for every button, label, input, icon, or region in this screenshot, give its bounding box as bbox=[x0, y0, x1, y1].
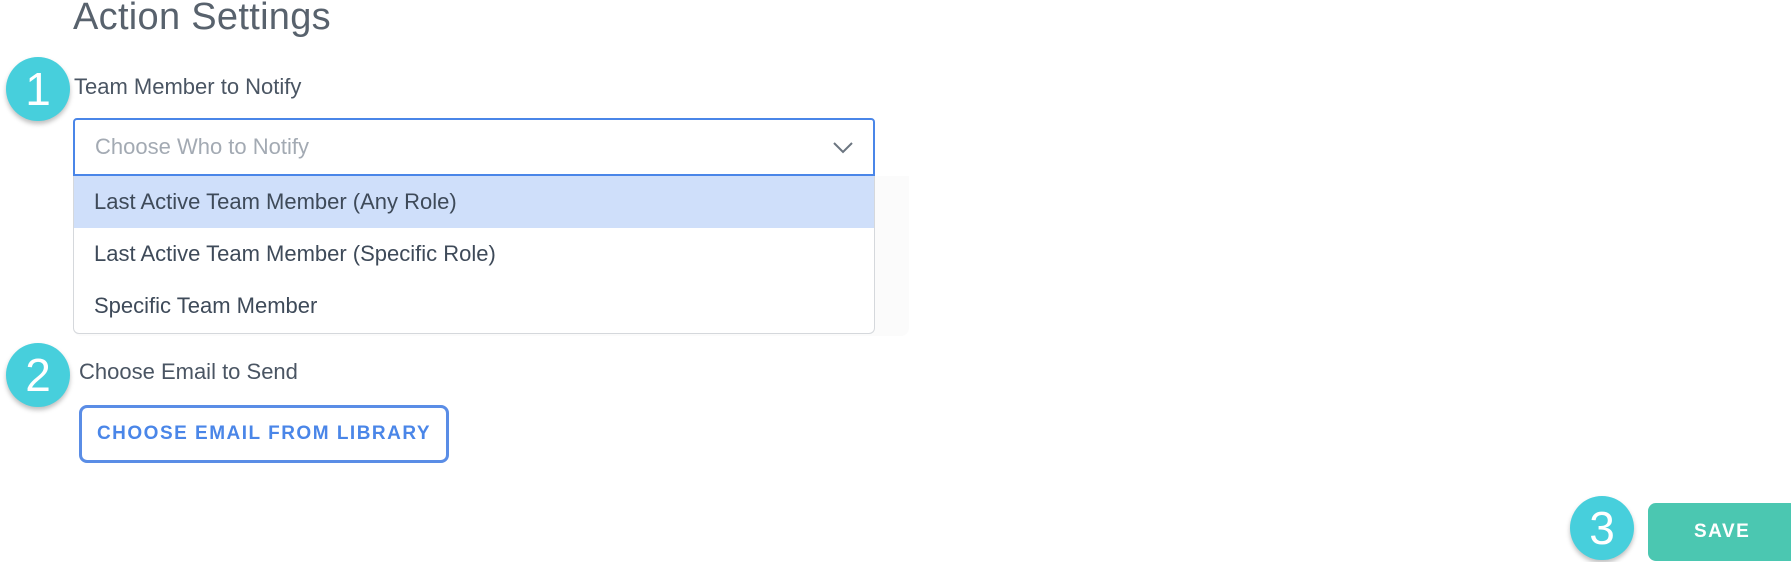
notify-select[interactable]: Choose Who to Notify bbox=[73, 118, 875, 176]
choose-email-library-button[interactable]: CHOOSE EMAIL FROM LIBRARY bbox=[79, 405, 449, 463]
dropdown-option-specific-member[interactable]: Specific Team Member bbox=[74, 280, 874, 332]
notify-select-placeholder: Choose Who to Notify bbox=[95, 134, 309, 159]
save-button[interactable]: SAVE bbox=[1648, 503, 1791, 561]
dropdown-option-specific-role[interactable]: Last Active Team Member (Specific Role) bbox=[74, 228, 874, 280]
action-settings-page: Action Settings 1 Team Member to Notify … bbox=[0, 0, 1791, 562]
email-field-label: Choose Email to Send bbox=[79, 359, 298, 384]
notify-field-label: Team Member to Notify bbox=[74, 74, 302, 99]
step-badge-2: 2 bbox=[6, 343, 70, 407]
notify-dropdown-menu: Last Active Team Member (Any Role) Last … bbox=[73, 176, 875, 334]
chevron-down-icon[interactable] bbox=[831, 135, 855, 159]
step-badge-3: 3 bbox=[1570, 496, 1634, 560]
step-badge-1: 1 bbox=[6, 57, 70, 121]
dropdown-option-any-role[interactable]: Last Active Team Member (Any Role) bbox=[74, 176, 874, 228]
page-title: Action Settings bbox=[73, 0, 331, 38]
